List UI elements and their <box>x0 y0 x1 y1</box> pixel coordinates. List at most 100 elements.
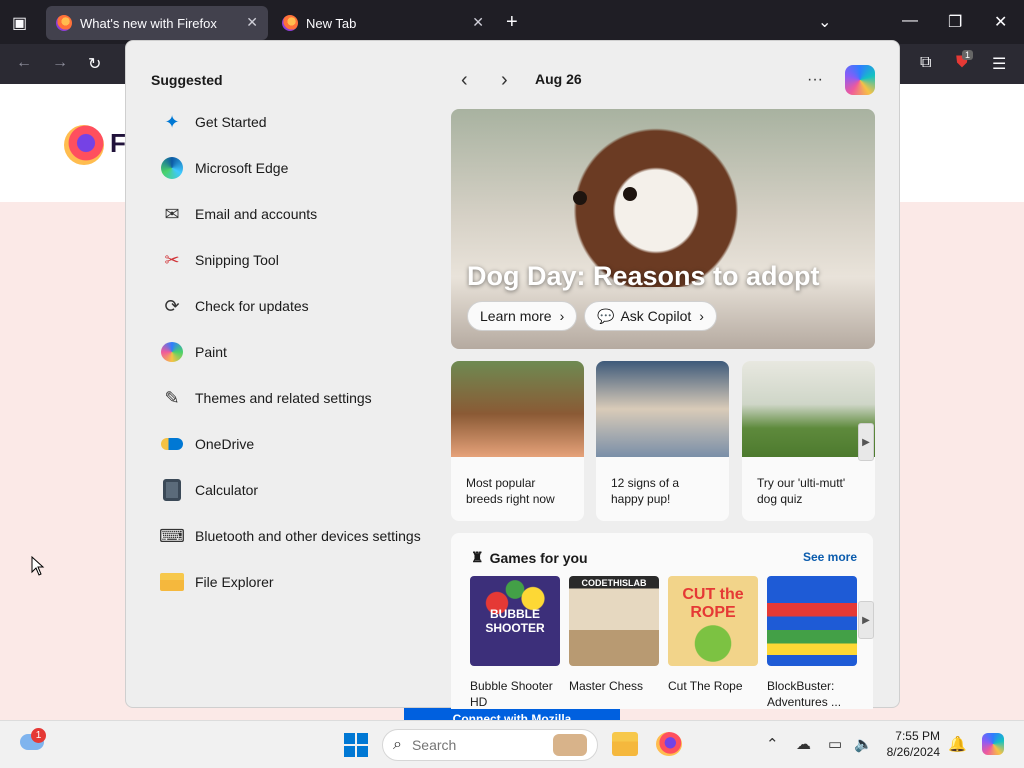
reload-icon[interactable]: ↻ <box>88 54 101 74</box>
volume-icon[interactable]: 🔈 <box>854 735 873 753</box>
taskbar-search[interactable]: ⌕ <box>382 729 598 761</box>
suggested-edge[interactable]: Microsoft Edge <box>160 153 288 183</box>
close-tab-icon[interactable]: ✕ <box>472 14 484 31</box>
dog-eye <box>573 191 587 205</box>
suggested-label: Themes and related settings <box>195 390 372 406</box>
card-image <box>451 361 584 457</box>
hero-title: Dog Day: Reasons to adopt <box>467 261 820 291</box>
taskbar-clock[interactable]: 7:55 PM 8/26/2024 <box>874 728 940 760</box>
onedrive-icon <box>160 432 184 456</box>
calculator-icon <box>160 478 184 502</box>
suggested-file-explorer[interactable]: File Explorer <box>160 567 274 597</box>
game-thumbnail: BUBBLE SHOOTER <box>470 576 560 666</box>
back-icon[interactable]: ← <box>16 54 32 72</box>
chevron-down-icon[interactable]: ⌄ <box>818 12 831 32</box>
search-input[interactable] <box>409 736 540 754</box>
game-tile[interactable]: BlockBuster: Adventures ... <box>767 576 857 710</box>
tab-whats-new[interactable]: What's new with Firefox ✕ <box>46 6 268 40</box>
get-started-icon: ✦ <box>164 111 180 132</box>
page-logo-letter: F <box>110 128 126 158</box>
card-text: Most popular breeds right now <box>466 476 555 506</box>
ask-copilot-label: Ask Copilot <box>620 308 692 324</box>
extension-badge: 1 <box>962 50 974 60</box>
suggested-check-updates[interactable]: ⟳ Check for updates <box>160 291 309 321</box>
suggested-calculator[interactable]: Calculator <box>160 475 258 505</box>
mouse-cursor-icon <box>31 556 45 576</box>
widgets-date: Aug 26 <box>535 71 582 87</box>
game-name: Cut The Rope <box>668 679 743 693</box>
network-off-icon[interactable]: ☁ <box>796 735 811 753</box>
chevron-up-icon[interactable]: ⌃ <box>766 735 779 753</box>
display-icon[interactable]: ▭ <box>828 735 842 753</box>
tab-title: New Tab <box>306 15 357 31</box>
more-options-icon[interactable]: ··· <box>807 71 823 89</box>
update-icon: ⟳ <box>164 295 180 316</box>
suggested-get-started[interactable]: ✦ Get Started <box>160 107 267 137</box>
restore-icon[interactable]: ❐ <box>948 12 962 32</box>
suggested-onedrive[interactable]: OneDrive <box>160 429 254 459</box>
notification-bell-icon[interactable]: 🔔 <box>948 735 967 753</box>
card-text: Try our 'ulti-mutt' dog quiz <box>757 476 846 506</box>
news-card[interactable]: Try our 'ulti-mutt' dog quiz <box>742 361 875 521</box>
search-icon: ⌕ <box>393 736 402 753</box>
chevron-left-icon[interactable]: ‹ <box>461 69 468 92</box>
firefox-icon[interactable] <box>656 732 682 756</box>
suggested-bluetooth-devices[interactable]: ⌨ Bluetooth and other devices settings <box>159 521 421 551</box>
ask-copilot-button[interactable]: 💬 Ask Copilot › <box>584 301 717 331</box>
copilot-taskbar-icon[interactable] <box>982 733 1004 755</box>
suggested-label: Get Started <box>195 114 267 130</box>
widgets-header: ‹ › Aug 26 ··· <box>451 61 891 101</box>
tab-new-tab[interactable]: New Tab ✕ <box>272 6 494 40</box>
firefox-favicon-icon <box>56 15 72 31</box>
suggested-label: Bluetooth and other devices settings <box>195 528 421 544</box>
suggested-themes[interactable]: ✎ Themes and related settings <box>160 383 372 413</box>
suggested-label: Paint <box>195 344 227 360</box>
suggested-label: File Explorer <box>195 574 274 590</box>
chat-icon: 💬 <box>597 307 615 324</box>
brush-icon: ✎ <box>164 387 180 408</box>
news-card[interactable]: Most popular breeds right now <box>451 361 584 521</box>
news-card[interactable]: 12 signs of a happy pup! <box>596 361 729 521</box>
game-tile[interactable]: CODETHISLAB Master Chess <box>569 576 659 694</box>
scroll-right-icon[interactable]: ▶ <box>858 423 874 461</box>
firefox-logo-icon <box>64 125 104 165</box>
tab-list-icon[interactable]: ▣ <box>12 13 27 33</box>
close-tab-icon[interactable]: ✕ <box>246 14 258 31</box>
game-thumbnail <box>767 576 857 666</box>
search-highlight-image <box>553 734 587 756</box>
learn-more-label: Learn more <box>480 308 552 324</box>
suggested-snipping-tool[interactable]: ✂ Snipping Tool <box>160 245 279 275</box>
suggested-label: Snipping Tool <box>195 252 279 268</box>
extensions-icon[interactable]: ⧉ <box>920 54 931 72</box>
start-menu: Suggested ✦ Get Started Microsoft Edge ✉… <box>125 40 900 710</box>
minimize-icon[interactable]: — <box>902 12 918 30</box>
game-tile[interactable]: CUT the ROPE Cut The Rope <box>668 576 758 694</box>
suggested-label: Microsoft Edge <box>195 160 289 176</box>
suggested-label: Check for updates <box>195 298 309 314</box>
windows-start-icon[interactable] <box>344 733 368 757</box>
copilot-icon[interactable] <box>845 65 875 95</box>
close-window-icon[interactable]: ✕ <box>994 12 1007 32</box>
firefox-favicon-icon <box>282 15 298 31</box>
see-more-link[interactable]: See more <box>803 550 857 564</box>
suggested-paint[interactable]: Paint <box>160 337 227 367</box>
browser-tab-bar: ▣ What's new with Firefox ✕ New Tab ✕ + … <box>0 0 1024 44</box>
menu-icon[interactable]: ☰ <box>992 54 1006 74</box>
chevron-right-icon: › <box>699 308 704 324</box>
suggested-label: OneDrive <box>195 436 255 452</box>
scroll-right-icon[interactable]: ▶ <box>858 601 874 639</box>
game-tile[interactable]: BUBBLE SHOOTER Bubble Shooter HD <box>470 576 560 710</box>
file-explorer-icon[interactable] <box>612 732 638 756</box>
chevron-right-icon[interactable]: › <box>501 69 508 92</box>
suggested-label: Email and accounts <box>195 206 318 222</box>
learn-more-button[interactable]: Learn more › <box>467 301 578 331</box>
card-text: 12 signs of a happy pup! <box>611 476 680 506</box>
folder-icon <box>160 570 184 594</box>
games-title-label: Games for you <box>489 549 588 566</box>
paint-icon <box>160 340 184 364</box>
game-name: Bubble Shooter HD <box>470 679 553 709</box>
suggested-email-accounts[interactable]: ✉ Email and accounts <box>160 199 317 229</box>
hero-card[interactable]: Dog Day: Reasons to adopt Learn more › 💬… <box>451 109 875 349</box>
forward-icon[interactable]: → <box>52 54 68 72</box>
new-tab-button[interactable]: + <box>506 11 518 34</box>
